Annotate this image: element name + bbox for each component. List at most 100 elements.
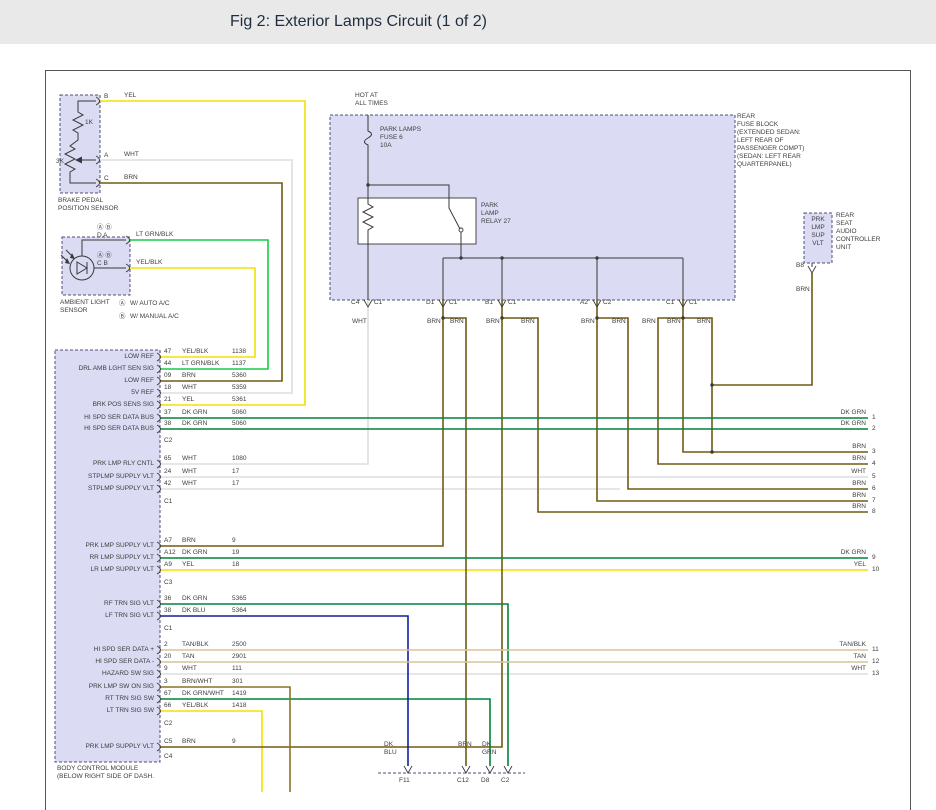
wire-color-label: WHT	[182, 468, 197, 476]
bcm-row-signal: RF TRN SIG VLT	[57, 600, 154, 608]
wire-color-label: WHT	[182, 455, 197, 463]
rear-audio-label: REAR SEAT AUDIO CONTROLLER UNIT	[836, 212, 880, 252]
ambient-row2-pins: C B	[97, 260, 108, 268]
bcm-row-signal: LOW REF	[57, 353, 154, 361]
wire-color-label: BRN	[581, 318, 595, 326]
fuse-pin-label: D1	[426, 299, 434, 307]
edge-w-number: 3	[872, 448, 876, 456]
circuit-number: 5360	[232, 372, 246, 380]
wire-color-label: DK BLU	[384, 741, 397, 757]
edge-w-number: 13	[872, 670, 879, 678]
resistor-3k-label: 3K	[56, 158, 64, 166]
edge-wire-color: TAN/BLK	[790, 641, 866, 649]
bcm-pin-number: 36	[164, 595, 171, 603]
bcm-row-signal: PRK LMP SUPPLY VLT	[57, 542, 154, 550]
bcm-pin-number: C5	[164, 738, 172, 746]
circuit-number: 5365	[232, 595, 246, 603]
fuse-pin-label: C1	[666, 299, 674, 307]
wire-color-label-brn: BRN	[124, 174, 138, 182]
wire-color-label: YEL	[182, 561, 194, 569]
circuit-number: 111	[232, 665, 242, 673]
edge-wire-color: BRN	[790, 480, 866, 488]
wire-color-label: DK GRN	[182, 549, 207, 557]
fuse-label: PARK LAMPS FUSE 6 10A	[380, 126, 421, 150]
wire-color-label: WHT	[182, 665, 197, 673]
bottom-pin-label: F11	[399, 777, 410, 785]
bcm-pin-number: A7	[164, 537, 172, 545]
bcm-pin-number: 44	[164, 360, 171, 368]
bcm-row-signal: RR LMP SUPPLY VLT	[57, 554, 154, 562]
bcm-pin-number: 65	[164, 455, 171, 463]
edge-wire-color: DK GRN	[790, 420, 866, 428]
bcm-row-signal: STPLMP SUPPLY VLT	[57, 473, 154, 481]
fuse-pin-label: B1	[485, 299, 493, 307]
wire-color-label: YEL	[182, 396, 194, 404]
wire-color-label: TAN/BLK	[182, 641, 209, 649]
bcm-connector-label: C1	[164, 625, 172, 633]
wire-color-label: DK GRN	[182, 595, 207, 603]
edge-wire-color: DK GRN	[790, 549, 866, 557]
wire-color-label: LT GRN/BLK	[182, 360, 219, 368]
bcm-row-signal: PRK LMP SUPPLY VLT	[57, 743, 154, 751]
edge-w-number: 4	[872, 460, 876, 468]
wire-wht-relay-cntl	[160, 300, 368, 464]
circuit-number: 5060	[232, 420, 246, 428]
wire-color-label: BRN	[667, 318, 681, 326]
power-source-label: HOT AT ALL TIMES	[355, 92, 388, 108]
wire-color-label: BRN	[521, 318, 535, 326]
bcm-pin-number: 67	[164, 690, 171, 698]
wire-color-label: WHT	[352, 318, 367, 326]
edge-w-number: 12	[872, 658, 879, 666]
wire-color-label: BRN	[642, 318, 656, 326]
wire-color-label: BRN	[182, 537, 196, 545]
edge-w-number: 10	[872, 566, 879, 574]
wire-color-label: BRN	[458, 741, 472, 749]
wire-color-label: BRN	[697, 318, 711, 326]
wire-color-label: BRN	[182, 372, 196, 380]
resistor-1k-label: 1K	[85, 119, 93, 127]
pin-letter-b: B	[104, 93, 108, 101]
ambient-row1-circles: Ⓐ Ⓑ	[97, 224, 112, 232]
bcm-pin-number: 42	[164, 480, 171, 488]
fuse-pin-label: A2	[580, 299, 588, 307]
bottom-pin-label: C12	[457, 777, 469, 785]
bcm-row-signal: LR LMP SUPPLY VLT	[57, 566, 154, 574]
circuit-number: 1419	[232, 690, 246, 698]
wire-dkgrn-wht-rt-trn	[160, 699, 490, 766]
bcm-pin-number: 18	[164, 384, 171, 392]
bcm-pin-number: 47	[164, 348, 171, 356]
bcm-pin-number: A9	[164, 561, 172, 569]
circuit-number: 17	[232, 468, 239, 476]
brake-sensor-box	[60, 95, 100, 193]
edge-w-number: 7	[872, 497, 876, 505]
edge-w-number: 5	[872, 473, 876, 481]
edge-wire-color: TAN	[790, 653, 866, 661]
edge-wire-color: BRN	[790, 443, 866, 451]
relay-label: PARK LAMP RELAY 27	[481, 202, 511, 226]
pin-letter-a: A	[104, 152, 108, 160]
bcm-pin-number: 3	[164, 678, 168, 686]
bcm-pin-number: 24	[164, 468, 171, 476]
bcm-row-signal: HI SPD SER DATA +	[57, 646, 154, 654]
fuse-connector-label: C1	[449, 299, 457, 307]
circuit-number: 5361	[232, 396, 246, 404]
bcm-connector-label: C3	[164, 579, 172, 587]
fuse-connector-label: C1	[689, 299, 697, 307]
circuit-number: 5060	[232, 409, 246, 417]
bcm-connector-label: C2	[164, 437, 172, 445]
wire-color-label: WHT	[182, 480, 197, 488]
wire-color-label: DK GRN/WHT	[182, 690, 224, 698]
legend-sym-a: Ⓐ	[119, 300, 126, 308]
rear-audio-signal-label: PRK LMP SUP VLT	[804, 216, 832, 248]
ambient-row2-circles: Ⓐ Ⓑ	[97, 252, 112, 260]
ambient-row1-pins: D A	[97, 232, 107, 240]
bcm-row-signal: RT TRN SIG SW	[57, 695, 154, 703]
bcm-row-signal: LOW REF	[57, 377, 154, 385]
wire-color-label: TAN	[182, 653, 195, 661]
bcm-row-signal: HI SPD SER DATA -	[57, 658, 154, 666]
legend-text-a: W/ AUTO A/C	[130, 300, 170, 308]
bcm-row-signal: DRL AMB LGHT SEN SIG	[57, 365, 154, 373]
circuit-number: 2901	[232, 653, 246, 661]
wire-color-label-yel: YEL	[124, 92, 136, 100]
pin-letter-c: C	[104, 175, 109, 183]
